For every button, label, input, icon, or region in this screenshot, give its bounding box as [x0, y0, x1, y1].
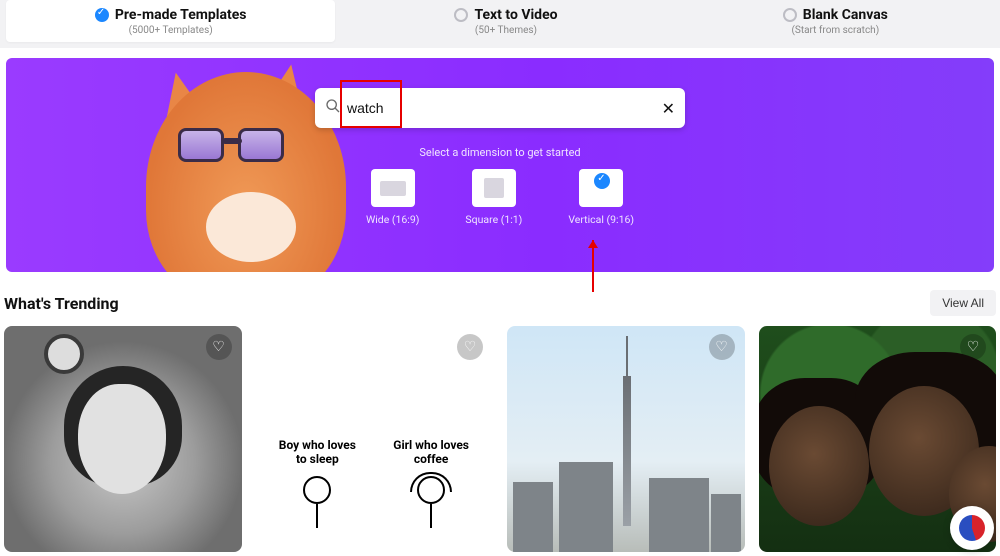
favorite-icon[interactable]: ♡	[709, 334, 735, 360]
clock-icon	[44, 334, 84, 374]
template-card[interactable]: ♡ Boy who loves to sleep Girl who loves …	[256, 326, 494, 552]
view-all-button[interactable]: View All	[930, 290, 996, 316]
mode-title: Pre-made Templates	[115, 7, 247, 23]
mode-title: Blank Canvas	[803, 7, 888, 23]
chat-widget-button[interactable]	[950, 506, 994, 550]
mode-subtitle: (50+ Themes)	[475, 25, 537, 36]
mode-title: Text to Video	[474, 7, 557, 23]
dimension-options: Wide (16:9) Square (1:1) Vertical (9:16)	[366, 169, 634, 226]
card-text: Girl who loves	[377, 438, 485, 452]
mode-subtitle: (5000+ Templates)	[129, 25, 213, 36]
search-input[interactable]	[341, 100, 662, 116]
template-card[interactable]: ♡	[507, 326, 745, 552]
mode-subtitle: (Start from scratch)	[791, 25, 879, 36]
dimension-option-wide[interactable]: Wide (16:9)	[366, 169, 419, 226]
mode-tab-blank-canvas[interactable]: Blank Canvas (Start from scratch)	[671, 0, 1000, 42]
template-search[interactable]: ✕	[315, 88, 685, 128]
dimension-hint: Select a dimension to get started	[419, 146, 580, 159]
radio-icon	[783, 8, 797, 22]
dimension-label: Vertical (9:16)	[568, 213, 634, 226]
mode-tab-strip: Pre-made Templates (5000+ Templates) Tex…	[0, 0, 1000, 48]
search-icon	[325, 98, 341, 118]
stick-figure-icon	[288, 476, 346, 546]
mode-tab-premade[interactable]: Pre-made Templates (5000+ Templates)	[6, 0, 335, 42]
trending-cards: ♡ ♡ Boy who loves to sleep Girl who love…	[0, 326, 1000, 552]
annotation-arrow	[592, 240, 594, 292]
dimension-option-square[interactable]: Square (1:1)	[465, 169, 522, 226]
check-icon	[594, 173, 610, 189]
stick-figure-icon	[402, 476, 460, 546]
card-text: to sleep	[264, 452, 372, 466]
dimension-option-vertical[interactable]: Vertical (9:16)	[568, 169, 634, 226]
card-text: coffee	[377, 452, 485, 466]
card-text: Boy who loves	[264, 438, 372, 452]
template-card[interactable]: ♡	[4, 326, 242, 552]
hero-illustration-cat	[6, 58, 346, 272]
favorite-icon[interactable]: ♡	[206, 334, 232, 360]
clear-icon[interactable]: ✕	[662, 99, 675, 118]
dimension-label: Wide (16:9)	[366, 213, 419, 226]
mode-tab-text-to-video[interactable]: Text to Video (50+ Themes)	[341, 0, 670, 42]
favorite-icon[interactable]: ♡	[457, 334, 483, 360]
radio-icon	[454, 8, 468, 22]
hero-panel: ✕ Select a dimension to get started Wide…	[6, 58, 994, 272]
dimension-label: Square (1:1)	[465, 213, 522, 226]
trending-heading: What's Trending	[4, 294, 119, 313]
chat-icon	[959, 515, 985, 541]
check-icon	[95, 8, 109, 22]
